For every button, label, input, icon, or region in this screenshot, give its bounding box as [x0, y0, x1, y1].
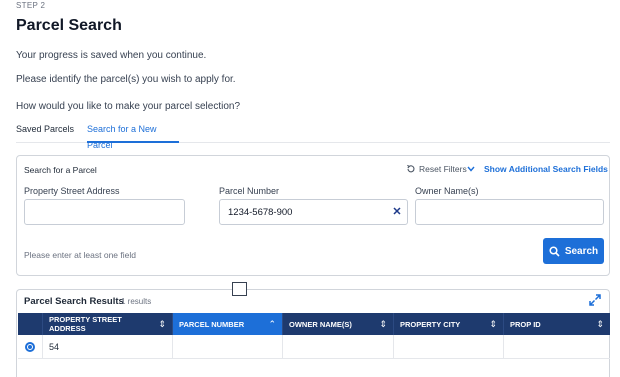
results-count: 1 results [121, 297, 152, 306]
results-table-header: PROPERTY STREET ADDRESS ⇕ PARCEL NUMBER … [18, 313, 610, 335]
reset-filters-button[interactable]: Reset Filters [406, 164, 467, 174]
selection-question: How would you like to make your parcel s… [16, 101, 240, 112]
results-title: Parcel Search Results [24, 296, 124, 307]
step-label: STEP 2 [16, 1, 46, 10]
cell-address: 54 [43, 335, 173, 359]
column-header-address[interactable]: PROPERTY STREET ADDRESS ⇕ [43, 313, 173, 335]
search-card-title: Search for a Parcel [24, 165, 97, 175]
instruction-text: Please identify the parcel(s) you wish t… [16, 74, 236, 85]
street-address-input[interactable] [24, 199, 185, 225]
select-column-header [18, 313, 43, 335]
cell-parcel-number [173, 335, 283, 359]
chevron-down-icon [467, 166, 475, 172]
sort-icon: ⇕ [596, 318, 604, 329]
validation-hint: Please enter at least one field [24, 250, 136, 260]
column-label: PROPERTY STREET ADDRESS [49, 315, 122, 333]
clear-input-icon[interactable]: ✕ [390, 205, 404, 219]
search-button[interactable]: Search [543, 238, 604, 264]
sort-icon: ⇕ [158, 318, 166, 329]
owner-name-input[interactable] [415, 199, 604, 225]
tab-saved-parcels[interactable]: Saved Parcels [16, 121, 74, 143]
column-label: PROPERTY CITY [400, 319, 461, 329]
column-header-prop-id[interactable]: PROP ID ⇕ [504, 313, 610, 335]
column-header-owner-names[interactable]: OWNER NAME(S) ⇕ [283, 313, 394, 335]
column-label: PROP ID [510, 319, 541, 329]
tab-search-new-parcel[interactable]: Search for a New Parcel [87, 121, 179, 150]
results-panel: Parcel Search Results 1 results PROPERTY… [16, 289, 610, 377]
show-additional-fields-label: Show Additional Search Fields [484, 164, 608, 174]
column-header-parcel-number[interactable]: PARCEL NUMBER ⌃ [173, 313, 283, 335]
cell-property-city [394, 335, 504, 359]
cell-prop-id [504, 335, 610, 359]
row-radio-selected[interactable] [25, 341, 35, 352]
reset-icon [407, 164, 415, 173]
column-header-property-city[interactable]: PROPERTY CITY ⇕ [394, 313, 504, 335]
show-additional-fields-toggle[interactable]: Show Additional Search Fields [467, 164, 608, 174]
search-icon [549, 245, 560, 257]
parcel-number-label: Parcel Number [219, 186, 280, 196]
owner-name-label: Owner Name(s) [415, 186, 479, 196]
search-button-label: Search [564, 245, 599, 257]
parcel-number-input[interactable] [219, 199, 408, 225]
reset-filters-label: Reset Filters [419, 164, 467, 174]
progress-note: Your progress is saved when you continue… [16, 50, 207, 61]
column-label: PARCEL NUMBER [179, 319, 245, 329]
address-field-label: Property Street Address [24, 186, 120, 196]
floating-checkbox[interactable] [232, 282, 247, 296]
expand-icon[interactable] [588, 293, 602, 307]
table-row[interactable]: 54 [18, 335, 610, 359]
page-title: Parcel Search [16, 17, 122, 34]
column-label: OWNER NAME(S) [289, 319, 352, 329]
cell-owner-names [283, 335, 394, 359]
sort-icon: ⇕ [489, 318, 497, 329]
tab-bar: Saved Parcels Search for a New Parcel [16, 121, 610, 150]
sort-ascending-icon: ⌃ [268, 318, 276, 329]
sort-icon: ⇕ [379, 318, 387, 329]
search-card: Search for a Parcel Reset Filters Show A… [16, 155, 610, 276]
row-select-cell[interactable] [18, 335, 43, 359]
